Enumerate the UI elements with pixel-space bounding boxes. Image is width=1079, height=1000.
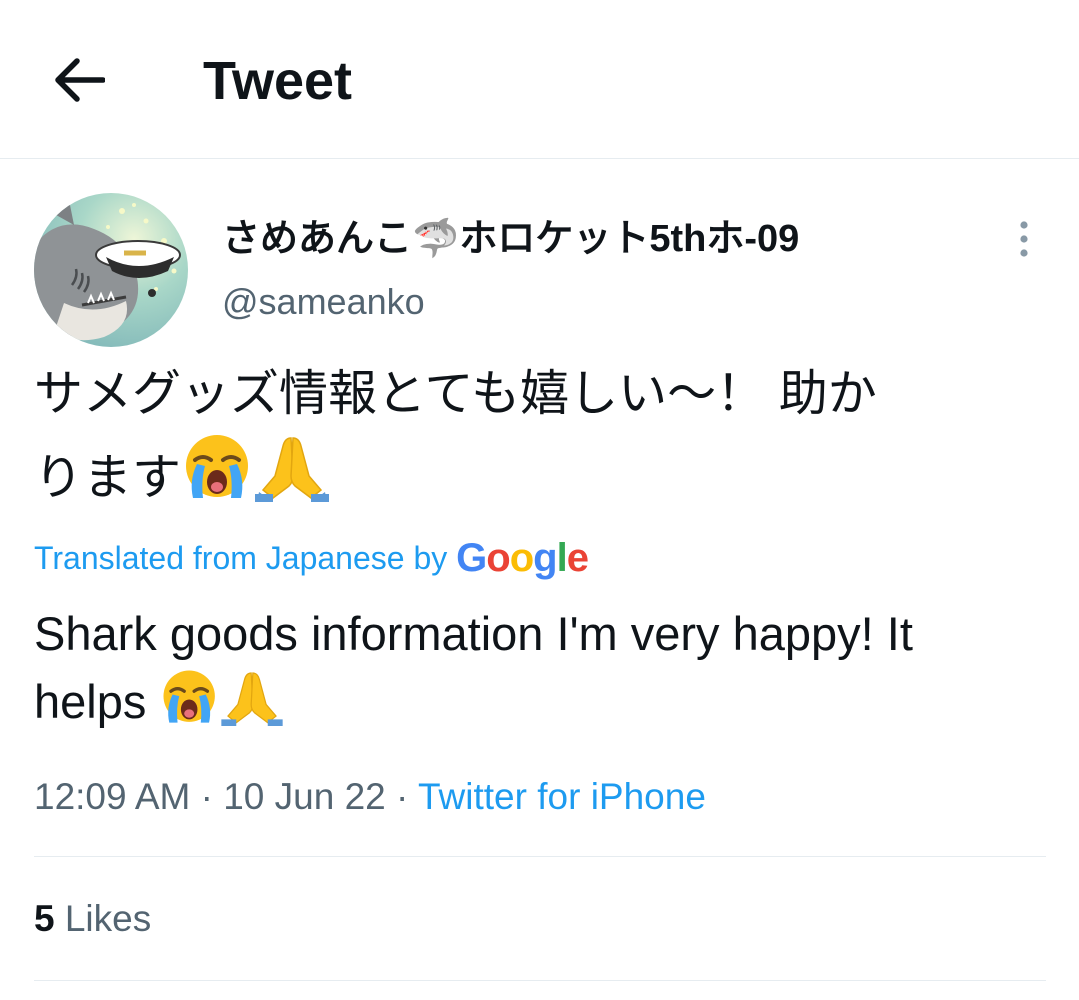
folded-hands-emoji: [255, 432, 330, 524]
page-title: Tweet: [203, 51, 353, 111]
tweet-time: 12:09 AM: [34, 776, 191, 817]
likes-count: 5: [34, 898, 55, 939]
divider: [34, 856, 1046, 857]
likes-label: Likes: [64, 898, 152, 939]
back-button[interactable]: [50, 52, 108, 108]
tweet-text: サメグッズ情報とても嬉しい〜！ 助か ります: [34, 356, 1044, 524]
google-logo: Google: [456, 536, 589, 580]
meta-separator: ·: [396, 776, 409, 817]
translated-by-google-link[interactable]: Translated from Japanese by Google: [34, 534, 589, 582]
translation-line2: helps: [34, 675, 147, 728]
avatar[interactable]: [34, 193, 188, 347]
author-display-name[interactable]: さめあんこ🦈ホロケット5thホ-09: [222, 216, 799, 262]
meta-separator: ·: [200, 776, 213, 817]
more-options-button[interactable]: [1004, 216, 1044, 262]
shark-avatar-image: [34, 193, 188, 347]
top-bar: Tweet: [0, 0, 1079, 159]
loudly-crying-face-emoji: [181, 432, 255, 524]
translated-label: Translated from Japanese by: [34, 540, 448, 576]
arrow-left-icon: [55, 58, 105, 102]
tweet-text-line1: サメグッズ情報とても嬉しい〜！ 助か: [34, 367, 877, 421]
translation-line1: Shark goods information I'm very happy! …: [34, 607, 913, 660]
divider: [34, 980, 1046, 981]
more-vertical-icon: [1020, 221, 1028, 257]
translated-tweet-text: Shark goods information I'm very happy! …: [34, 600, 1044, 744]
loudly-crying-face-emoji: [159, 668, 221, 744]
likes-stat[interactable]: 5 Likes: [34, 896, 151, 942]
folded-hands-emoji: [221, 668, 284, 744]
tweet-date: 10 Jun 22: [223, 776, 386, 817]
tweet-text-line2: ります: [34, 451, 182, 505]
author-handle[interactable]: @sameanko: [222, 280, 425, 324]
tweet-source-link[interactable]: Twitter for iPhone: [418, 776, 706, 817]
tweet-meta: 12:09 AM · 10 Jun 22 · Twitter for iPhon…: [34, 772, 706, 822]
